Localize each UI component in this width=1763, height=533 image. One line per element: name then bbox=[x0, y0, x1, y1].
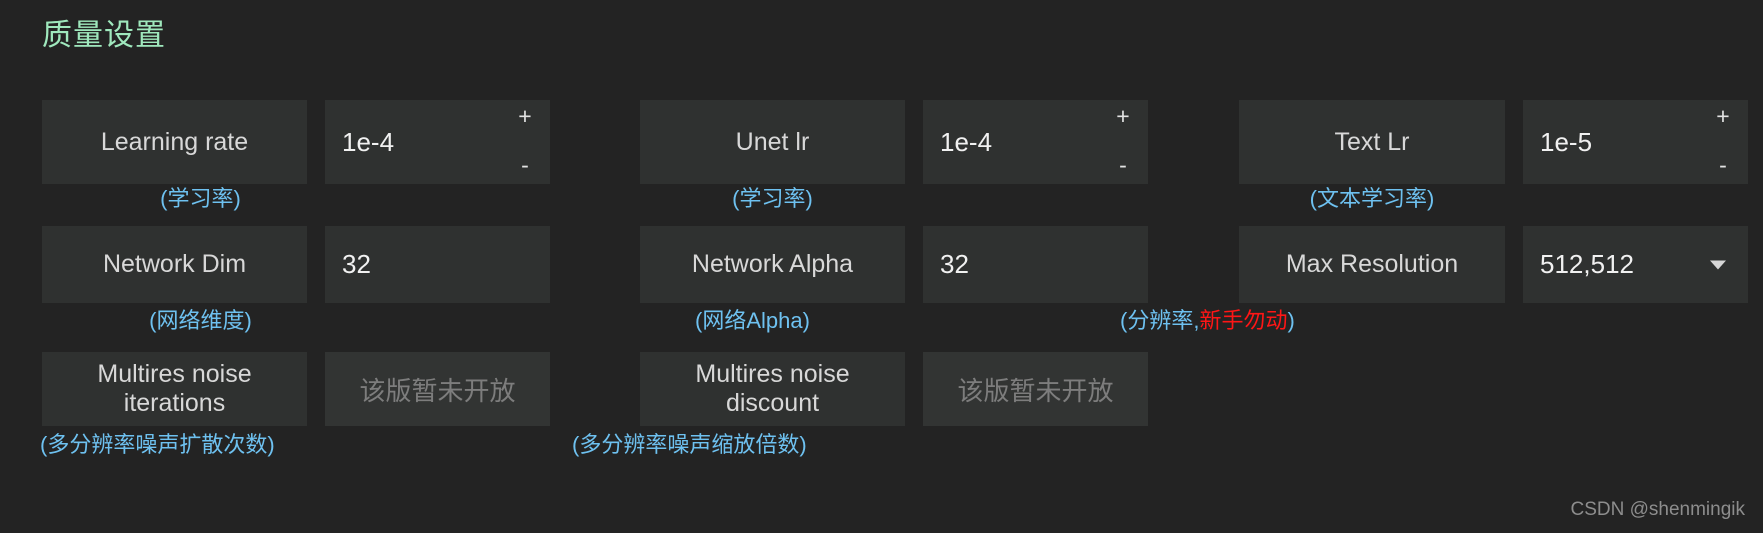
multires-noise-iterations-label: Multires noise iterations bbox=[42, 352, 307, 426]
increment-icon[interactable]: + bbox=[1716, 105, 1729, 128]
label-text: Max Resolution bbox=[1285, 250, 1459, 279]
label-text: Network Alpha bbox=[691, 250, 854, 279]
max-resolution-label: Max Resolution bbox=[1239, 226, 1505, 303]
multires-noise-discount-input: 该版暂未开放 bbox=[923, 352, 1148, 426]
label-text: Unet lr bbox=[735, 127, 810, 156]
hint-text: (网络维度) bbox=[149, 308, 252, 333]
text-lr-input[interactable]: 1e-5 + - bbox=[1523, 100, 1748, 184]
network-alpha-hint: (网络Alpha) bbox=[620, 310, 885, 332]
unet-lr-hint: (学习率) bbox=[640, 188, 905, 210]
field-network-dim: Network Dim 32 bbox=[42, 226, 550, 303]
decrement-icon[interactable]: - bbox=[1719, 154, 1727, 177]
text-lr-value: 1e-5 bbox=[1540, 126, 1593, 157]
field-unet-lr: Unet lr 1e-4 + - bbox=[640, 100, 1148, 184]
field-multires-noise-discount: Multires noise discount 该版暂未开放 bbox=[640, 352, 1148, 426]
learning-rate-value: 1e-4 bbox=[342, 126, 395, 157]
learning-rate-stepper[interactable]: + - bbox=[514, 100, 536, 184]
increment-icon[interactable]: + bbox=[518, 105, 531, 128]
label-text: Learning rate bbox=[100, 127, 249, 156]
multires-noise-discount-label: Multires noise discount bbox=[640, 352, 905, 426]
field-network-alpha: Network Alpha 32 bbox=[640, 226, 1148, 303]
network-alpha-input[interactable]: 32 bbox=[923, 226, 1148, 303]
multires-noise-iterations-input: 该版暂未开放 bbox=[325, 352, 550, 426]
text-lr-hint: (文本学习率) bbox=[1239, 188, 1505, 210]
network-dim-value: 32 bbox=[342, 249, 371, 279]
hint-text: (多分辨率噪声缩放倍数) bbox=[572, 432, 807, 457]
max-resolution-select[interactable]: 512,512 bbox=[1523, 226, 1748, 303]
unet-lr-stepper[interactable]: + - bbox=[1112, 100, 1134, 184]
learning-rate-label: Learning rate bbox=[42, 100, 307, 184]
field-learning-rate: Learning rate 1e-4 + - bbox=[42, 100, 550, 184]
decrement-icon[interactable]: - bbox=[1119, 154, 1127, 177]
quality-settings-grid: Learning rate 1e-4 + - (学习率) Network Dim… bbox=[0, 0, 1763, 533]
decrement-icon[interactable]: - bbox=[521, 154, 529, 177]
label-text: Multires noise discount bbox=[695, 360, 850, 417]
network-alpha-label: Network Alpha bbox=[640, 226, 905, 303]
network-alpha-value: 32 bbox=[940, 249, 969, 279]
increment-icon[interactable]: + bbox=[1116, 105, 1129, 128]
unet-lr-input[interactable]: 1e-4 + - bbox=[923, 100, 1148, 184]
hint-text: (网络Alpha) bbox=[695, 308, 810, 333]
max-resolution-value: 512,512 bbox=[1540, 249, 1634, 279]
watermark: CSDN @shenmingik bbox=[1570, 499, 1745, 520]
network-dim-hint: (网络维度) bbox=[68, 310, 333, 332]
hint-text: (多分辨率噪声扩散次数) bbox=[40, 432, 275, 457]
hint-suffix-text: ) bbox=[1287, 308, 1295, 333]
unet-lr-value: 1e-4 bbox=[940, 126, 993, 157]
hint-warning-text: 新手勿动 bbox=[1199, 308, 1288, 333]
field-multires-noise-iterations: Multires noise iterations 该版暂未开放 bbox=[42, 352, 550, 426]
text-lr-stepper[interactable]: + - bbox=[1712, 100, 1734, 184]
disabled-placeholder: 该版暂未开放 bbox=[957, 375, 1114, 406]
learning-rate-input[interactable]: 1e-4 + - bbox=[325, 100, 550, 184]
multires-noise-iterations-hint: (多分辨率噪声扩散次数) bbox=[40, 434, 275, 456]
disabled-placeholder: 该版暂未开放 bbox=[359, 375, 516, 406]
max-resolution-hint: (分辨率,新手勿动) bbox=[1120, 310, 1295, 332]
learning-rate-hint: (学习率) bbox=[68, 188, 333, 210]
hint-text: (学习率) bbox=[160, 186, 241, 211]
text-lr-label: Text Lr bbox=[1239, 100, 1505, 184]
hint-text: (文本学习率) bbox=[1309, 186, 1435, 211]
hint-prefix-text: (分辨率, bbox=[1120, 308, 1200, 333]
network-dim-input[interactable]: 32 bbox=[325, 226, 550, 303]
label-text: Network Dim bbox=[102, 250, 247, 279]
multires-noise-discount-hint: (多分辨率噪声缩放倍数) bbox=[572, 434, 807, 456]
network-dim-label: Network Dim bbox=[42, 226, 307, 303]
hint-text: (学习率) bbox=[732, 186, 813, 211]
unet-lr-label: Unet lr bbox=[640, 100, 905, 184]
label-text: Text Lr bbox=[1334, 127, 1410, 156]
label-text: Multires noise iterations bbox=[97, 360, 252, 417]
field-text-lr: Text Lr 1e-5 + - bbox=[1239, 100, 1748, 184]
field-max-resolution: Max Resolution 512,512 bbox=[1239, 226, 1748, 303]
chevron-down-icon[interactable] bbox=[1710, 260, 1726, 269]
